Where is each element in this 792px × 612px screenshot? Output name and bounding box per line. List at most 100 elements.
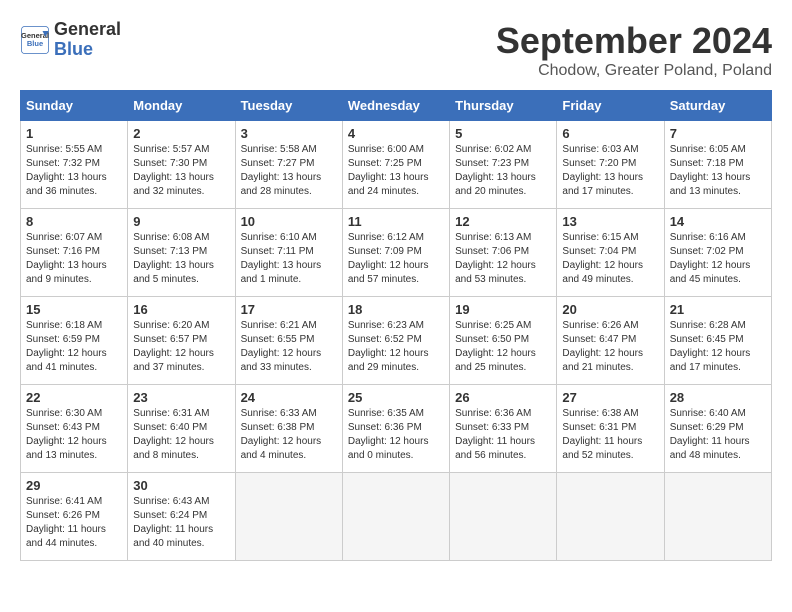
- day-info: Sunrise: 6:31 AM Sunset: 6:40 PM Dayligh…: [133, 407, 229, 463]
- day-info: Sunrise: 6:33 AM Sunset: 6:38 PM Dayligh…: [241, 407, 337, 463]
- day-info: Sunrise: 6:07 AM Sunset: 7:16 PM Dayligh…: [26, 231, 122, 287]
- day-info: Sunrise: 6:23 AM Sunset: 6:52 PM Dayligh…: [348, 319, 444, 375]
- day-cell: 5 Sunrise: 6:02 AM Sunset: 7:23 PM Daylig…: [450, 121, 557, 209]
- day-number: 11: [348, 214, 444, 229]
- day-number: 9: [133, 214, 229, 229]
- day-cell: 17Sunrise: 6:21 AM Sunset: 6:55 PM Dayli…: [235, 297, 342, 385]
- day-cell: 12 Sunrise: 6:13 AM Sunset: 7:06 PM Dayli…: [450, 209, 557, 297]
- day-cell: 23Sunrise: 6:31 AM Sunset: 6:40 PM Dayli…: [128, 385, 235, 473]
- day-info: Sunrise: 5:58 AM Sunset: 7:27 PM Dayligh…: [241, 143, 337, 199]
- week-row-5: 29 Sunrise: 6:41 AM Sunset: 6:26 PM Dayli…: [21, 473, 772, 561]
- day-number: 30: [133, 478, 229, 493]
- day-cell: 3Sunrise: 5:58 AM Sunset: 7:27 PM Daylig…: [235, 121, 342, 209]
- day-number: 2: [133, 126, 229, 141]
- day-cell: [342, 473, 449, 561]
- day-cell: 14 Sunrise: 6:16 AM Sunset: 7:02 PM Dayli…: [664, 209, 771, 297]
- logo-icon: General Blue: [20, 25, 50, 55]
- day-cell: 27Sunrise: 6:38 AM Sunset: 6:31 PM Dayli…: [557, 385, 664, 473]
- day-number: 1: [26, 126, 122, 141]
- day-number: 16: [133, 302, 229, 317]
- week-row-1: 1 Sunrise: 5:55 AM Sunset: 7:32 PM Daylig…: [21, 121, 772, 209]
- location-subtitle: Chodow, Greater Poland, Poland: [496, 62, 772, 80]
- day-number: 10: [241, 214, 337, 229]
- day-cell: 15 Sunrise: 6:18 AM Sunset: 6:59 PM Dayli…: [21, 297, 128, 385]
- logo-line1: General: [54, 20, 121, 40]
- month-title: September 2024: [496, 20, 772, 62]
- day-cell: 8 Sunrise: 6:07 AM Sunset: 7:16 PM Daylig…: [21, 209, 128, 297]
- day-number: 5: [455, 126, 551, 141]
- day-number: 20: [562, 302, 658, 317]
- header-sunday: Sunday: [21, 91, 128, 121]
- day-number: 21: [670, 302, 766, 317]
- day-cell: 30 Sunrise: 6:43 AM Sunset: 6:24 PM Dayli…: [128, 473, 235, 561]
- header-monday: Monday: [128, 91, 235, 121]
- day-info: Sunrise: 6:36 AM Sunset: 6:33 PM Dayligh…: [455, 407, 551, 463]
- week-row-2: 8 Sunrise: 6:07 AM Sunset: 7:16 PM Daylig…: [21, 209, 772, 297]
- day-cell: 2 Sunrise: 5:57 AM Sunset: 7:30 PM Daylig…: [128, 121, 235, 209]
- day-cell: [664, 473, 771, 561]
- day-number: 15: [26, 302, 122, 317]
- svg-text:Blue: Blue: [27, 39, 43, 48]
- day-cell: 26 Sunrise: 6:36 AM Sunset: 6:33 PM Dayli…: [450, 385, 557, 473]
- day-number: 17: [241, 302, 337, 317]
- day-info: Sunrise: 6:08 AM Sunset: 7:13 PM Dayligh…: [133, 231, 229, 287]
- day-number: 18: [348, 302, 444, 317]
- title-block: September 2024 Chodow, Greater Poland, P…: [496, 20, 772, 80]
- day-number: 28: [670, 390, 766, 405]
- day-number: 8: [26, 214, 122, 229]
- day-cell: 9 Sunrise: 6:08 AM Sunset: 7:13 PM Daylig…: [128, 209, 235, 297]
- day-cell: 10 Sunrise: 6:10 AM Sunset: 7:11 PM Dayli…: [235, 209, 342, 297]
- day-number: 29: [26, 478, 122, 493]
- header-tuesday: Tuesday: [235, 91, 342, 121]
- day-number: 22: [26, 390, 122, 405]
- day-cell: [235, 473, 342, 561]
- header-thursday: Thursday: [450, 91, 557, 121]
- day-number: 14: [670, 214, 766, 229]
- day-info: Sunrise: 6:03 AM Sunset: 7:20 PM Dayligh…: [562, 143, 658, 199]
- day-info: Sunrise: 6:40 AM Sunset: 6:29 PM Dayligh…: [670, 407, 766, 463]
- day-info: Sunrise: 6:43 AM Sunset: 6:24 PM Dayligh…: [133, 495, 229, 551]
- day-info: Sunrise: 6:41 AM Sunset: 6:26 PM Dayligh…: [26, 495, 122, 551]
- header-saturday: Saturday: [664, 91, 771, 121]
- week-row-4: 22 Sunrise: 6:30 AM Sunset: 6:43 PM Dayli…: [21, 385, 772, 473]
- day-cell: 25Sunrise: 6:35 AM Sunset: 6:36 PM Dayli…: [342, 385, 449, 473]
- day-cell: 19Sunrise: 6:25 AM Sunset: 6:50 PM Dayli…: [450, 297, 557, 385]
- day-info: Sunrise: 6:26 AM Sunset: 6:47 PM Dayligh…: [562, 319, 658, 375]
- day-cell: 6Sunrise: 6:03 AM Sunset: 7:20 PM Daylig…: [557, 121, 664, 209]
- logo: General Blue General Blue: [20, 20, 121, 60]
- day-info: Sunrise: 6:02 AM Sunset: 7:23 PM Dayligh…: [455, 143, 551, 199]
- day-info: Sunrise: 6:15 AM Sunset: 7:04 PM Dayligh…: [562, 231, 658, 287]
- day-cell: 7Sunrise: 6:05 AM Sunset: 7:18 PM Daylig…: [664, 121, 771, 209]
- day-info: Sunrise: 6:16 AM Sunset: 7:02 PM Dayligh…: [670, 231, 766, 287]
- day-number: 27: [562, 390, 658, 405]
- calendar-table: SundayMondayTuesdayWednesdayThursdayFrid…: [20, 90, 772, 561]
- day-number: 13: [562, 214, 658, 229]
- header-wednesday: Wednesday: [342, 91, 449, 121]
- week-row-3: 15 Sunrise: 6:18 AM Sunset: 6:59 PM Dayli…: [21, 297, 772, 385]
- day-info: Sunrise: 6:13 AM Sunset: 7:06 PM Dayligh…: [455, 231, 551, 287]
- calendar-header-row: SundayMondayTuesdayWednesdayThursdayFrid…: [21, 91, 772, 121]
- day-number: 19: [455, 302, 551, 317]
- day-cell: 28 Sunrise: 6:40 AM Sunset: 6:29 PM Dayli…: [664, 385, 771, 473]
- day-info: Sunrise: 6:18 AM Sunset: 6:59 PM Dayligh…: [26, 319, 122, 375]
- day-info: Sunrise: 6:05 AM Sunset: 7:18 PM Dayligh…: [670, 143, 766, 199]
- day-cell: 13 Sunrise: 6:15 AM Sunset: 7:04 PM Dayli…: [557, 209, 664, 297]
- day-number: 26: [455, 390, 551, 405]
- day-cell: 16 Sunrise: 6:20 AM Sunset: 6:57 PM Dayli…: [128, 297, 235, 385]
- day-cell: 21 Sunrise: 6:28 AM Sunset: 6:45 PM Dayli…: [664, 297, 771, 385]
- day-info: Sunrise: 5:57 AM Sunset: 7:30 PM Dayligh…: [133, 143, 229, 199]
- day-cell: 4Sunrise: 6:00 AM Sunset: 7:25 PM Daylig…: [342, 121, 449, 209]
- day-info: Sunrise: 6:20 AM Sunset: 6:57 PM Dayligh…: [133, 319, 229, 375]
- day-info: Sunrise: 6:35 AM Sunset: 6:36 PM Dayligh…: [348, 407, 444, 463]
- day-cell: [557, 473, 664, 561]
- day-info: Sunrise: 6:28 AM Sunset: 6:45 PM Dayligh…: [670, 319, 766, 375]
- day-info: Sunrise: 6:12 AM Sunset: 7:09 PM Dayligh…: [348, 231, 444, 287]
- header-friday: Friday: [557, 91, 664, 121]
- logo-line2: Blue: [54, 40, 121, 60]
- day-number: 12: [455, 214, 551, 229]
- day-info: Sunrise: 6:10 AM Sunset: 7:11 PM Dayligh…: [241, 231, 337, 287]
- day-cell: 18 Sunrise: 6:23 AM Sunset: 6:52 PM Dayli…: [342, 297, 449, 385]
- day-cell: 11 Sunrise: 6:12 AM Sunset: 7:09 PM Dayli…: [342, 209, 449, 297]
- day-info: Sunrise: 6:30 AM Sunset: 6:43 PM Dayligh…: [26, 407, 122, 463]
- day-info: Sunrise: 5:55 AM Sunset: 7:32 PM Dayligh…: [26, 143, 122, 199]
